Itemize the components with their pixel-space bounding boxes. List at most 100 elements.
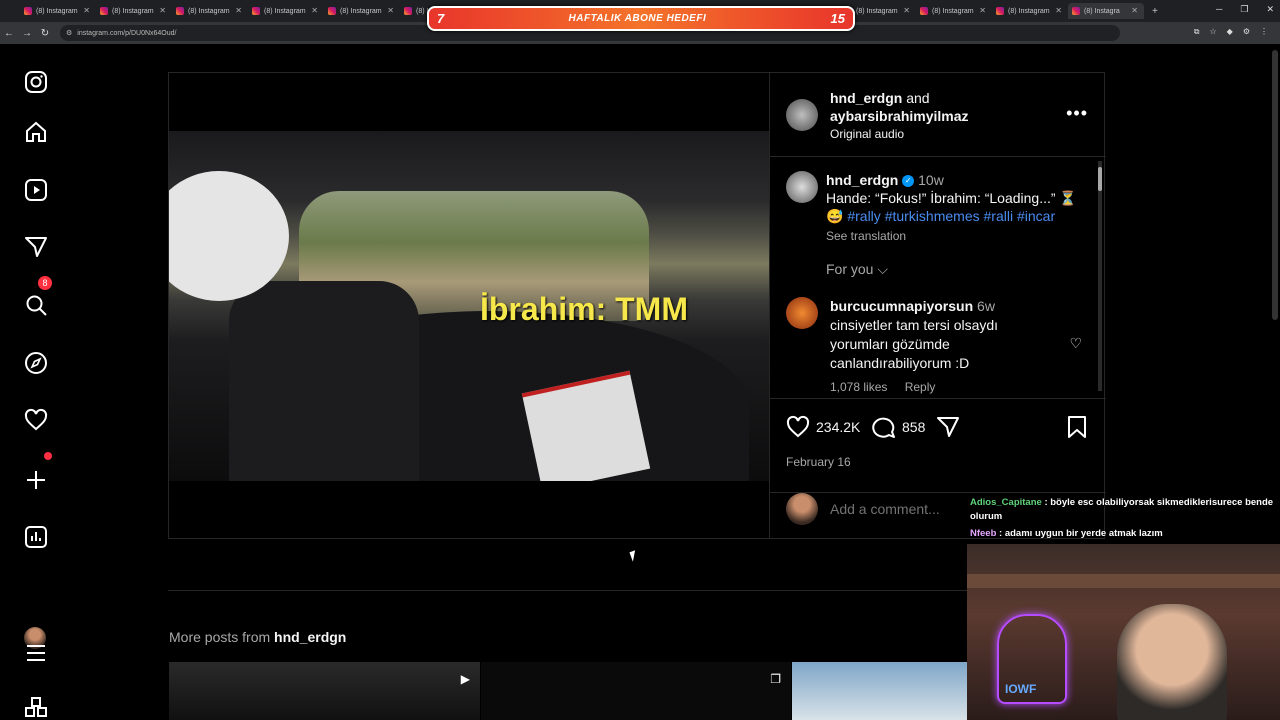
reel-play-icon: ▶ xyxy=(460,672,470,686)
caption-author[interactable]: hnd_erdgn xyxy=(826,172,898,188)
verified-badge-icon: ✓ xyxy=(902,175,915,188)
reload-icon[interactable]: ↻ xyxy=(36,28,54,39)
instagram-favicon-icon xyxy=(328,7,336,15)
like-count: 234.2K xyxy=(816,419,861,435)
notifications-heart-icon[interactable] xyxy=(24,408,48,432)
instagram-favicon-icon xyxy=(996,7,1004,15)
close-window-icon[interactable]: ✕ xyxy=(1266,4,1274,15)
neon-sign: IOWF xyxy=(997,614,1067,704)
webcam-person xyxy=(1117,604,1227,720)
close-tab-icon[interactable]: ✕ xyxy=(235,6,242,15)
also-from-meta-icon[interactable] xyxy=(24,696,48,720)
goal-title: HAFTALIK ABONE HEDEFI xyxy=(568,13,707,24)
search-icon[interactable] xyxy=(24,293,48,317)
hashtag-link[interactable]: #rally xyxy=(847,208,880,224)
add-comment-input[interactable]: Add a comment... xyxy=(830,501,940,517)
menu-icon[interactable]: ⋮ xyxy=(1260,27,1268,37)
browser-tab[interactable]: (8) Instagram ✕ xyxy=(96,3,172,19)
puzzle-icon[interactable]: ⚙ xyxy=(1243,27,1250,37)
browser-tab[interactable]: (8) Instagram ✕ xyxy=(992,3,1068,19)
audio-link[interactable]: Original audio xyxy=(830,125,969,143)
install-icon[interactable]: ⧉ xyxy=(1194,27,1200,37)
messages-icon[interactable] xyxy=(24,235,48,259)
tab-title: (8) Instagram xyxy=(264,7,306,15)
comments-scrollbar[interactable] xyxy=(1098,161,1102,391)
comment-icon xyxy=(872,417,895,438)
close-tab-icon[interactable]: ✕ xyxy=(1055,6,1062,15)
instagram-favicon-icon xyxy=(252,7,260,15)
home-icon[interactable] xyxy=(24,120,48,144)
explore-icon[interactable] xyxy=(24,351,48,375)
save-bookmark-icon[interactable] xyxy=(1066,415,1088,445)
caption-time: 10w xyxy=(918,172,944,188)
forward-icon[interactable]: → xyxy=(18,28,36,39)
more-posts-user-link[interactable]: hnd_erdgn xyxy=(274,629,346,645)
close-tab-icon[interactable]: ✕ xyxy=(1131,6,1138,15)
author-link[interactable]: hnd_erdgn xyxy=(830,90,902,106)
like-button[interactable]: 234.2K xyxy=(786,415,860,439)
close-tab-icon[interactable]: ✕ xyxy=(311,6,318,15)
bookmark-star-icon[interactable]: ☆ xyxy=(1210,27,1217,37)
post-date[interactable]: February 16 xyxy=(786,455,851,469)
commenter-avatar[interactable] xyxy=(786,297,818,329)
notification-dot xyxy=(44,452,52,460)
reel-video[interactable]: İbrahim: TMM 👤 🔊 xyxy=(169,131,769,481)
post-container: İbrahim: TMM 👤 🔊 hnd_erdgn and aybarsibr… xyxy=(168,72,1106,539)
chat-message: Adios_Capitane : böyle esc olabiliyorsak… xyxy=(970,496,1276,524)
more-post-thumbnail[interactable] xyxy=(792,662,968,720)
more-post-thumbnail[interactable]: ❐ xyxy=(481,662,791,720)
browser-tab-active[interactable]: (8) Instagra ✕ xyxy=(1068,3,1144,19)
like-comment-icon[interactable]: ♡ xyxy=(1069,335,1082,352)
commenter-username[interactable]: burcucumnapiyorsun xyxy=(830,298,973,314)
more-options-icon[interactable]: ••• xyxy=(1066,103,1088,124)
site-info-icon[interactable]: ⚙ xyxy=(66,29,72,37)
for-you-dropdown[interactable]: For you ⌵ xyxy=(826,261,888,278)
webcam-shelf xyxy=(967,574,1280,588)
author-avatar[interactable] xyxy=(786,99,818,131)
browser-tab[interactable]: (8) Instagram ✕ xyxy=(324,3,400,19)
close-tab-icon[interactable]: ✕ xyxy=(83,6,90,15)
browser-tab[interactable]: (8) Instagram ✕ xyxy=(20,3,96,19)
comment-likes[interactable]: 1,078 likes xyxy=(830,380,887,394)
hashtag-link[interactable]: #ralli xyxy=(984,208,1014,224)
chat-text: : adamı uygun bir yerde atmak lazım xyxy=(999,528,1163,539)
browser-tab[interactable]: (8) Instagram ✕ xyxy=(916,3,992,19)
heart-icon xyxy=(786,415,810,438)
post-caption: hnd_erdgn ✓ 10w Hande: “Fokus!” İbrahim:… xyxy=(826,171,1088,245)
close-tab-icon[interactable]: ✕ xyxy=(387,6,394,15)
hashtag-link[interactable]: #turkishmemes xyxy=(885,208,980,224)
browser-tab[interactable]: (8) Instagram ✕ xyxy=(172,3,248,19)
more-post-thumbnail[interactable]: ▶ xyxy=(169,662,480,720)
caption-author-avatar[interactable] xyxy=(786,171,818,203)
see-translation-link[interactable]: See translation xyxy=(826,227,1088,245)
share-button[interactable] xyxy=(936,415,960,439)
close-tab-icon[interactable]: ✕ xyxy=(159,6,166,15)
instagram-sidebar: 8 xyxy=(0,44,72,720)
comment-button[interactable]: 858 xyxy=(872,415,925,439)
mouse-cursor-icon xyxy=(629,550,639,562)
dashboard-icon[interactable] xyxy=(24,525,48,549)
hashtag-link[interactable]: #incar xyxy=(1017,208,1055,224)
minimize-icon[interactable]: ─ xyxy=(1216,4,1222,15)
close-tab-icon[interactable]: ✕ xyxy=(903,6,910,15)
post-media: İbrahim: TMM 👤 🔊 xyxy=(169,73,769,538)
reply-button[interactable]: Reply xyxy=(905,380,936,394)
comment-text: cinsiyetler tam tersi olsaydı yorumları … xyxy=(830,317,999,371)
instagram-favicon-icon xyxy=(404,7,412,15)
browser-tab[interactable]: (8) Instagram ✕ xyxy=(248,3,324,19)
coauthor-link[interactable]: aybarsibrahimyilmaz xyxy=(830,108,969,124)
create-plus-icon[interactable] xyxy=(24,468,48,492)
new-tab-icon[interactable]: + xyxy=(1152,6,1158,17)
page-scrollbar[interactable] xyxy=(1272,50,1278,320)
close-tab-icon[interactable]: ✕ xyxy=(979,6,986,15)
post-side-panel: hnd_erdgn and aybarsibrahimyilmaz Origin… xyxy=(769,73,1106,538)
extension-icon[interactable]: ◆ xyxy=(1227,27,1233,37)
maximize-icon[interactable]: ❐ xyxy=(1240,4,1248,15)
comment-time: 6w xyxy=(977,298,995,314)
tab-title: (8) Instagram xyxy=(36,7,78,15)
back-icon[interactable]: ← xyxy=(0,28,18,39)
instagram-logo-icon[interactable] xyxy=(24,70,48,94)
more-menu-icon[interactable] xyxy=(24,641,48,665)
chat-message: Nfeeb : adamı uygun bir yerde atmak lazı… xyxy=(970,527,1276,541)
reels-icon[interactable] xyxy=(24,178,48,202)
